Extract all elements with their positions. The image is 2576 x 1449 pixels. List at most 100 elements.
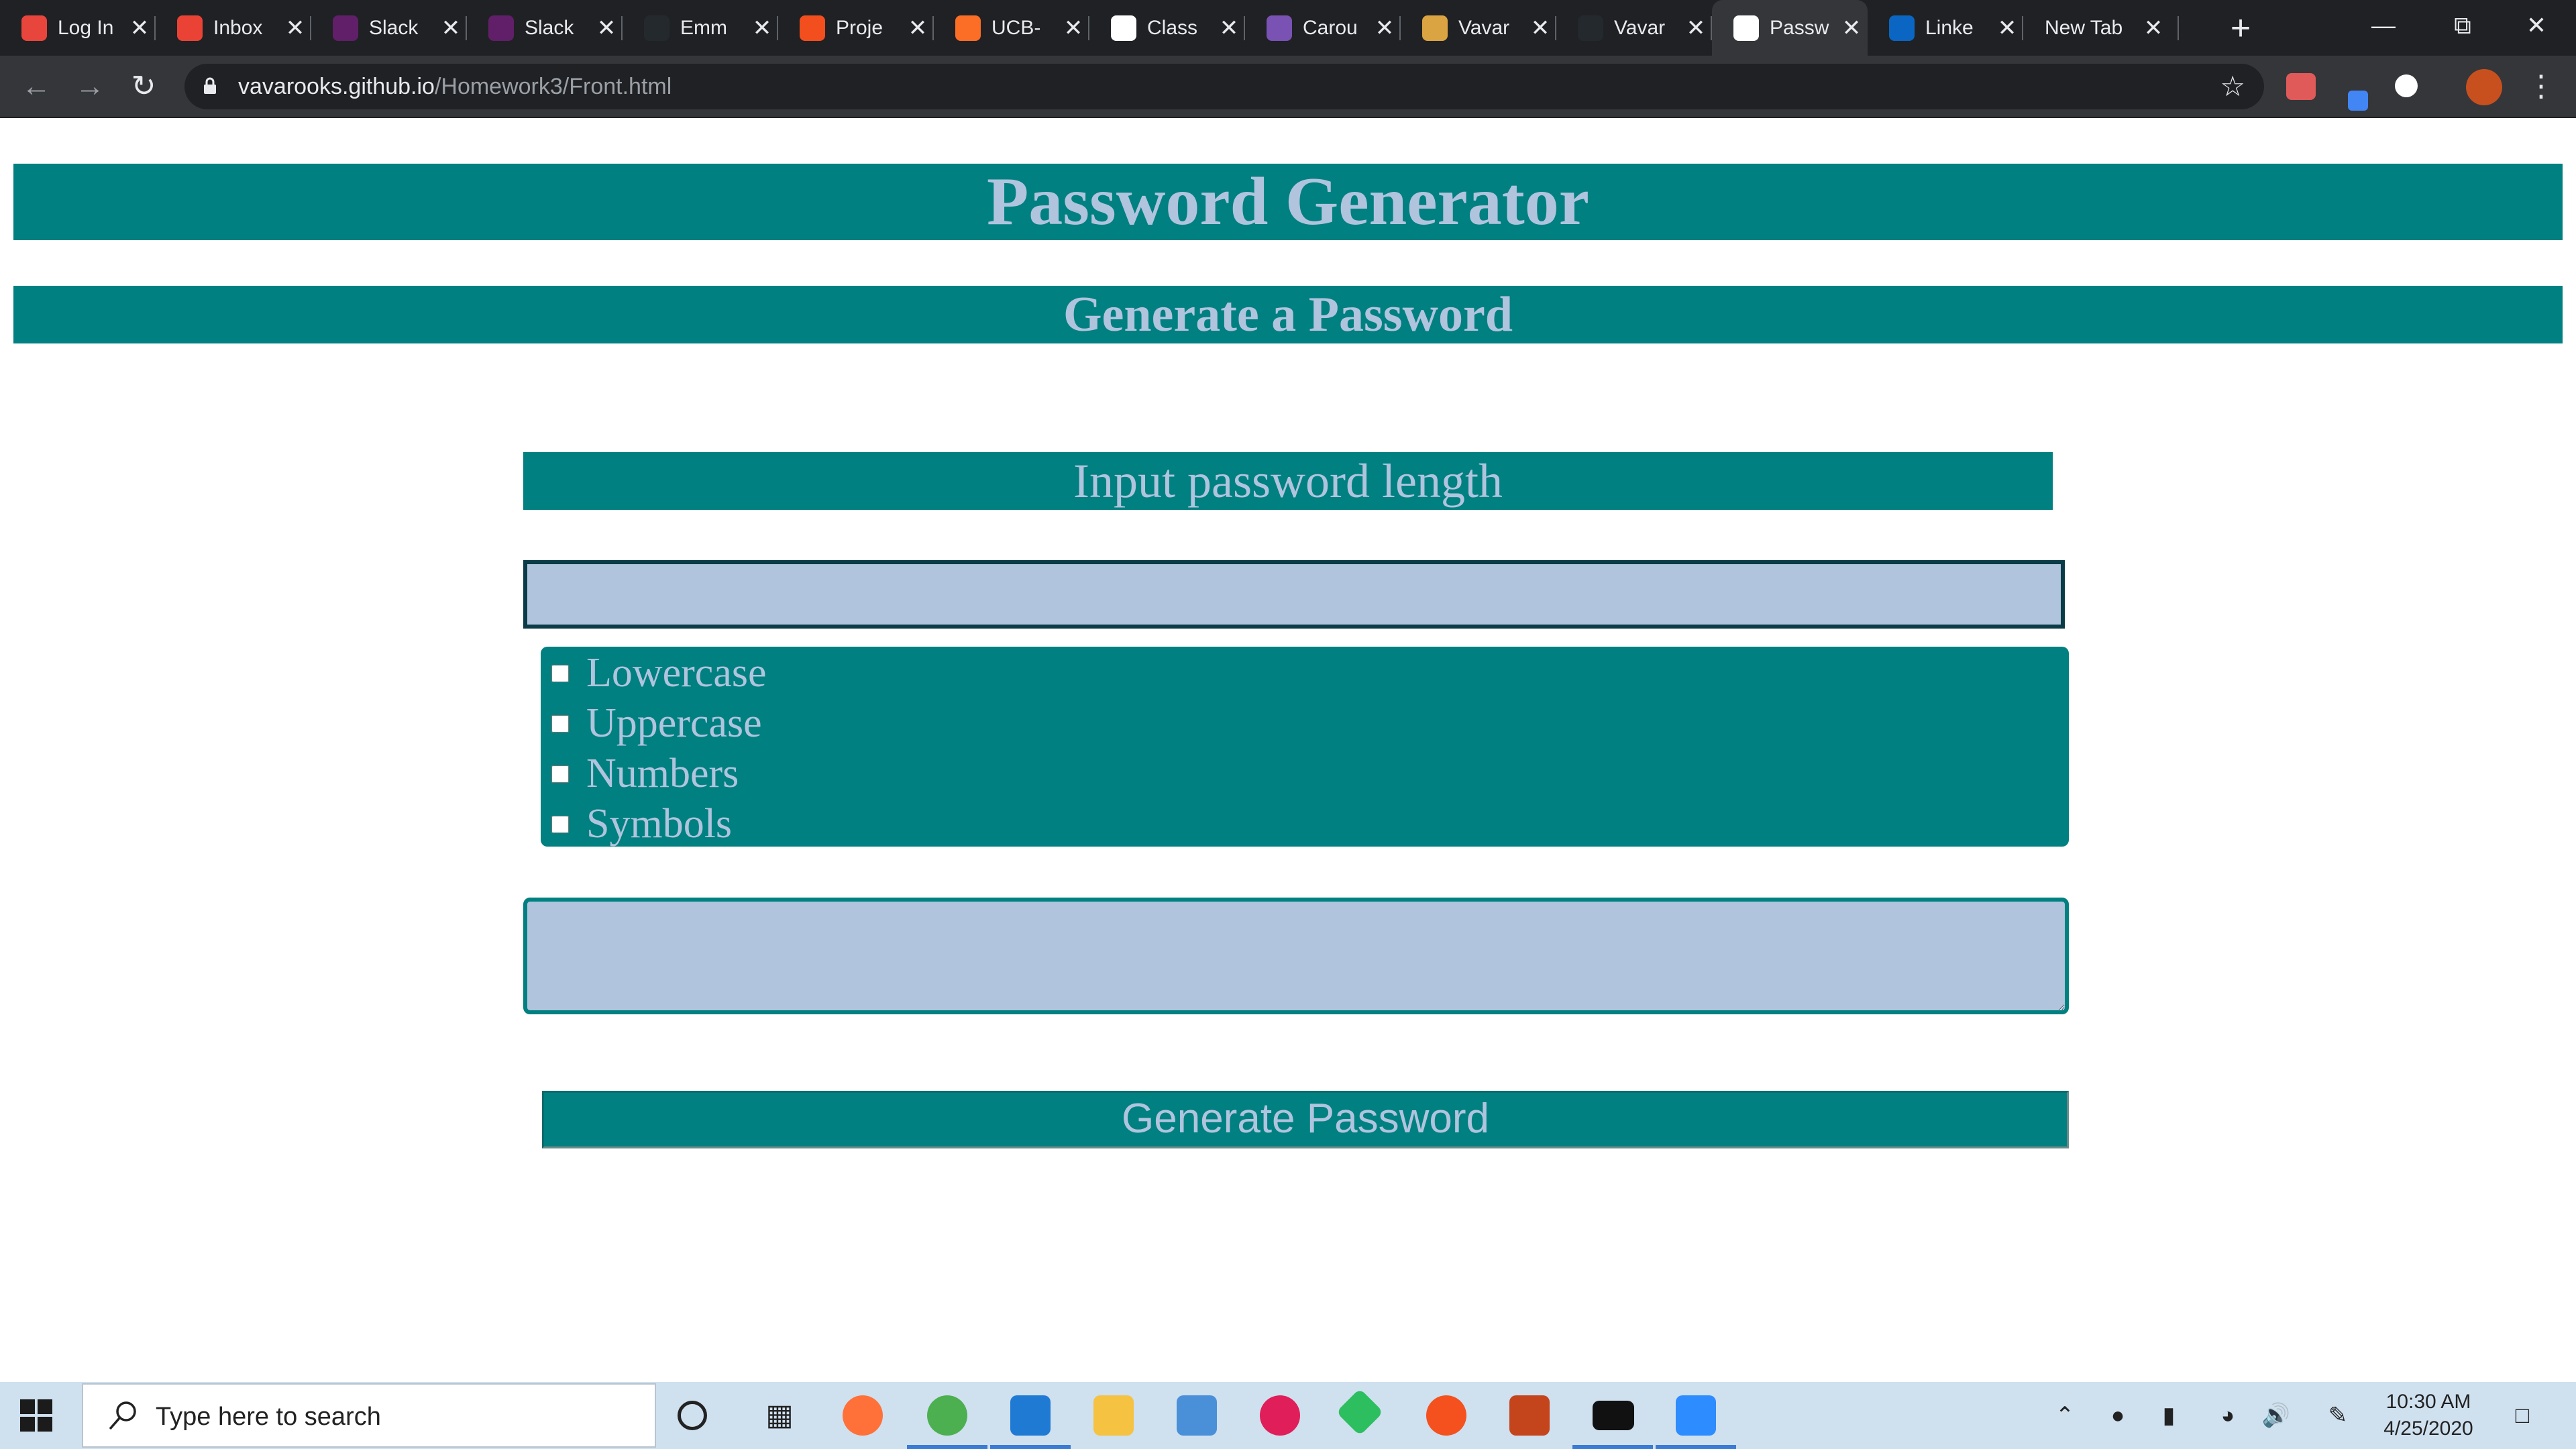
browser-tab[interactable]: Slack ✕ [467,0,623,56]
tab-title: Vavar [1458,16,1510,39]
tab-title: Slack [525,16,574,39]
computer-icon[interactable] [1177,1395,1217,1436]
taskbar-clock[interactable]: 10:30 AM 4/25/2020 [2361,1389,2496,1442]
tab-close-icon[interactable]: ✕ [1373,15,1397,42]
option-numbers[interactable]: Numbers [541,749,2069,799]
wifi-icon[interactable]: ◕ [2211,1382,2245,1449]
url-host: vavarooks.github.io [238,74,435,99]
tab-close-icon[interactable]: ✕ [439,15,463,42]
tab-close-icon[interactable]: ✕ [750,15,774,42]
option-symbols[interactable]: Symbols [541,799,2069,849]
browser-tab[interactable]: Vavar ✕ [1401,0,1556,56]
page-title: Password Generator [13,164,2563,240]
pen-workspace-icon[interactable]: ✎ [2321,1382,2355,1449]
password-length-input[interactable] [523,560,2065,629]
tab-title: Slack [369,16,419,39]
chrome-active-indicator [907,1445,987,1449]
extension-circle-icon[interactable] [2395,74,2418,97]
clock-date: 4/25/2020 [2383,1417,2473,1440]
browser-tab[interactable]: Slack ✕ [311,0,467,56]
generated-password-textarea[interactable] [523,898,2069,1014]
clock-time: 10:30 AM [2385,1391,2471,1413]
option-lowercase[interactable]: Lowercase [541,648,2069,698]
windows-start-icon[interactable] [20,1399,52,1432]
browser-tab[interactable]: Class ✕ [1089,0,1245,56]
tab-close-icon[interactable]: ✕ [2141,15,2165,42]
browser-tab[interactable]: Emm ✕ [623,0,778,56]
notification-icon[interactable]: □ [2502,1382,2542,1449]
slack-taskbar-icon[interactable] [1260,1395,1300,1436]
tab-close-icon[interactable]: ✕ [1684,15,1708,42]
tab-title: Carou [1303,16,1358,39]
chevron-up-icon[interactable]: ⌃ [2051,1382,2078,1449]
firefox-icon[interactable] [843,1395,883,1436]
file-explorer-icon[interactable] [1093,1395,1134,1436]
tab-title: Linke [1925,16,1974,39]
browser-tab[interactable]: Proje ✕ [778,0,934,56]
tab-close-icon[interactable]: ✕ [594,15,619,42]
uppercase-checkbox[interactable] [551,714,569,733]
browser-tab[interactable]: Log In ✕ [0,0,156,56]
url-path: /Homework3/Front.html [434,74,672,99]
gitkraken-icon[interactable] [1336,1388,1384,1436]
pen-extension-icon[interactable] [2348,91,2368,111]
slack-icon [333,15,358,41]
tab-close-icon[interactable]: ✕ [1217,15,1241,42]
tab-close-icon[interactable]: ✕ [1061,15,1085,42]
close-window-button[interactable]: ✕ [2497,0,2576,56]
tab-close-icon[interactable]: ✕ [1839,15,1864,42]
option-uppercase[interactable]: Uppercase [541,698,2069,749]
tab-close-icon[interactable]: ✕ [127,15,152,42]
tab-close-icon[interactable]: ✕ [1528,15,1552,42]
volume-icon[interactable]: 🔊 [2259,1382,2293,1449]
microphone-icon[interactable]: ● [2101,1382,2135,1449]
numbers-checkbox[interactable] [551,765,569,783]
tab-separator [2178,16,2179,40]
app-triangle-icon[interactable] [1509,1395,1550,1436]
address-bar[interactable]: vavarooks.github.io/Homework3/Front.html… [184,64,2264,109]
reload-icon[interactable]: ↻ [122,65,165,108]
chrome-icon[interactable] [927,1395,967,1436]
windows-taskbar: Type here to search ▦ ⌃ ● ▮ ◕ 🔊 ✎ 10:30 … [0,1382,2576,1449]
screen-recorder-extension-icon[interactable] [2286,73,2316,100]
restore-button[interactable]: ⧉ [2423,0,2502,56]
browser-tab[interactable]: UCB- ✕ [934,0,1089,56]
new-tab-button[interactable]: + [2220,8,2261,48]
browser-tab[interactable]: Vavar ✕ [1556,0,1712,56]
url-text: vavarooks.github.io/Homework3/Front.html [238,64,672,109]
browser-tab[interactable]: Linke ✕ [1868,0,2023,56]
globe-icon [1733,15,1759,41]
github-icon [644,15,669,41]
globe-icon [1111,15,1136,41]
tab-close-icon[interactable]: ✕ [1995,15,2019,42]
taskbar-search-box[interactable]: Type here to search [82,1383,656,1448]
browser-tab[interactable]: Inbox ✕ [156,0,311,56]
terminal-icon[interactable] [1593,1401,1634,1430]
generate-password-button[interactable]: Generate Password [542,1091,2069,1148]
minimize-button[interactable]: — [2344,0,2423,56]
forward-arrow-icon[interactable]: → [68,65,111,108]
battery-icon[interactable]: ▮ [2152,1382,2186,1449]
terminal-active-indicator [1572,1445,1653,1449]
password-length-label: Input password length [523,452,2053,510]
more-menu-icon[interactable]: ⋮ [2520,65,2563,108]
vscode-icon[interactable] [1010,1395,1051,1436]
tab-close-icon[interactable]: ✕ [906,15,930,42]
lowercase-checkbox[interactable] [551,664,569,682]
task-view-icon[interactable]: ▦ [759,1395,800,1436]
browser-tab[interactable]: New Tab ✕ [2023,0,2179,56]
symbols-checkbox[interactable] [551,815,569,833]
browser-toolbar: ← → ↻ vavarooks.github.io/Homework3/Fron… [0,56,2576,118]
browser-tab[interactable]: Passw ✕ [1712,0,1868,56]
linkedin-icon [1889,15,1915,41]
zoom-active-indicator [1656,1445,1736,1449]
browser-tab[interactable]: Carou ✕ [1245,0,1401,56]
bookmark-star-icon[interactable]: ☆ [2220,69,2245,104]
cortana-icon[interactable] [678,1401,707,1430]
zoom-icon[interactable] [1676,1395,1716,1436]
postman-icon[interactable] [1426,1395,1466,1436]
profile-avatar[interactable] [2466,69,2502,105]
tab-close-icon[interactable]: ✕ [283,15,307,42]
bootstrap-icon [1267,15,1292,41]
back-arrow-icon[interactable]: ← [15,65,58,108]
